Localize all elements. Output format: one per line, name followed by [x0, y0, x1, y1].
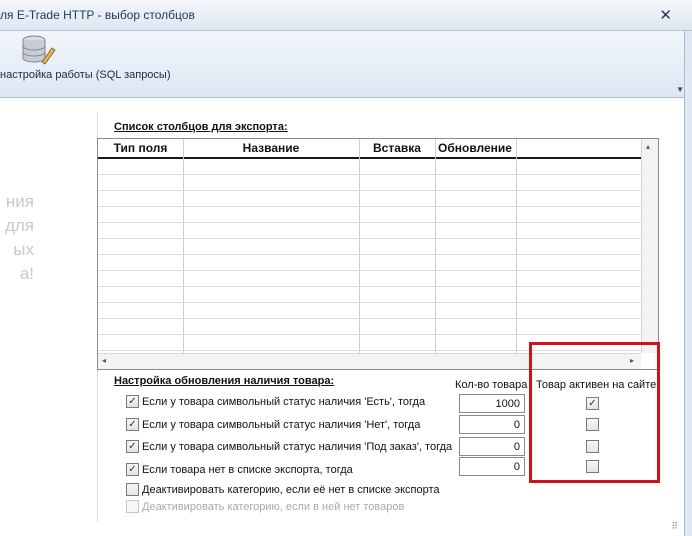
vertical-scrollbar[interactable]: ▴ [641, 139, 658, 353]
watermark-line: ния [5, 192, 34, 211]
scroll-up-icon[interactable]: ▴ [646, 142, 650, 151]
table-row [98, 302, 641, 303]
ribbon-dropdown-icon[interactable]: ▼ [676, 85, 684, 94]
table-row [98, 190, 641, 191]
window-right-border [684, 31, 692, 536]
grid-header: Тип поля Название Вставка Обновление [98, 139, 641, 159]
watermark-line: ых [13, 240, 34, 259]
header-field-type[interactable]: Тип поля [98, 141, 183, 155]
watermark-line: для [4, 216, 34, 235]
column-divider [435, 139, 436, 354]
title-bar: ля E-Trade HTTP - выбор столбцов ✕ [0, 0, 692, 31]
left-panel [0, 112, 97, 522]
watermark-line: а! [19, 264, 34, 283]
status-yes-checkbox[interactable]: ✓ [126, 395, 139, 408]
database-icon[interactable] [18, 34, 58, 68]
qty-column-header: Кол-во товара [455, 379, 528, 391]
status-order-qty-input[interactable]: 0 [459, 437, 525, 456]
status-yes-qty-input[interactable]: 1000 [459, 394, 525, 413]
column-divider [516, 139, 517, 354]
not-in-export-label: Если товара нет в списке экспорта, тогда [142, 464, 353, 476]
status-no-qty-input[interactable]: 0 [459, 415, 525, 434]
table-row [98, 318, 641, 319]
ribbon: настройка работы (SQL запросы) ▼ [0, 31, 684, 98]
table-row [98, 206, 641, 207]
table-row [98, 286, 641, 287]
not-in-export-qty-input[interactable]: 0 [459, 457, 525, 476]
header-name[interactable]: Название [183, 141, 359, 155]
not-in-export-checkbox[interactable]: ✓ [126, 463, 139, 476]
columns-grid[interactable]: Тип поля Название Вставка Обновление ▴ ◂… [97, 138, 659, 370]
window-title: ля E-Trade HTTP - выбор столбцов [0, 8, 195, 22]
status-order-checkbox[interactable]: ✓ [126, 440, 139, 453]
close-icon[interactable]: ✕ [659, 6, 672, 24]
header-update[interactable]: Обновление [435, 141, 515, 155]
resize-grip-icon[interactable]: ⠿ [671, 521, 678, 532]
watermark-text: ния для ых а! [0, 190, 34, 286]
deactivate-empty-checkbox[interactable] [126, 500, 139, 513]
scroll-left-icon[interactable]: ◂ [102, 356, 106, 365]
table-row [98, 334, 641, 335]
table-row [98, 222, 641, 223]
status-order-label: Если у товара символьный статус наличия … [142, 441, 453, 453]
table-row [98, 254, 641, 255]
status-no-label: Если у товара символьный статус наличия … [142, 419, 421, 431]
deactivate-category-checkbox[interactable] [126, 483, 139, 496]
table-row [98, 238, 641, 239]
table-row [98, 174, 641, 175]
status-yes-label: Если у товара символьный статус наличия … [142, 396, 426, 408]
column-divider [183, 139, 184, 354]
column-divider [359, 139, 360, 354]
deactivate-empty-label: Деактивировать категорию, если в ней нет… [142, 501, 405, 513]
status-no-checkbox[interactable]: ✓ [126, 418, 139, 431]
table-row [98, 270, 641, 271]
stock-section-title: Настройка обновления наличия товара: [114, 375, 335, 387]
sql-settings-button[interactable]: настройка работы (SQL запросы) [0, 69, 171, 81]
deactivate-category-label: Деактивировать категорию, если её нет в … [142, 484, 440, 496]
highlight-box [529, 342, 660, 483]
header-insert[interactable]: Вставка [359, 141, 435, 155]
columns-section-title: Список столбцов для экспорта: [114, 121, 288, 133]
